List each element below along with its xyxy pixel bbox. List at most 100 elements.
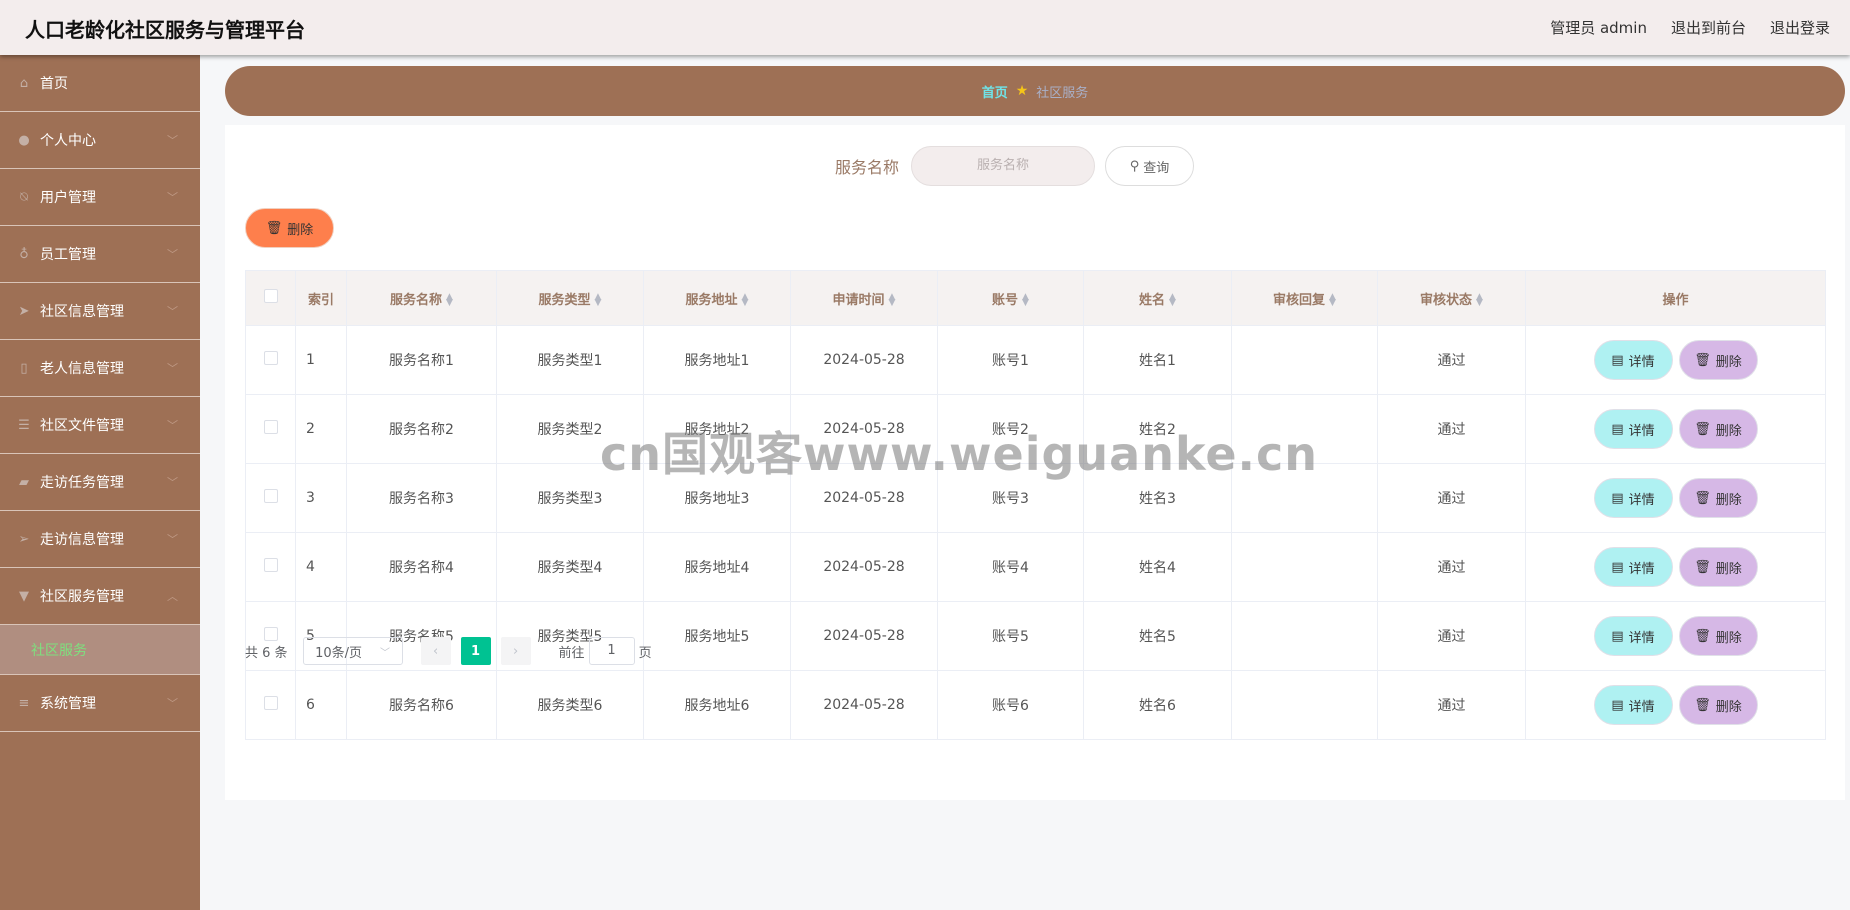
table-cell — [1231, 532, 1378, 602]
table-cell: 服务地址4 — [643, 532, 791, 602]
detail-label: 详情 — [1628, 354, 1655, 370]
sidebar-item-personal-center[interactable]: ● 个人中心 ﹀ — [0, 112, 200, 169]
detail-button[interactable]: ▤ 详情 — [1593, 685, 1673, 725]
table-cell: 账号5 — [937, 601, 1084, 671]
delete-button[interactable]: 🗑 删除 — [1678, 685, 1758, 725]
goto-suffix: 页 — [638, 645, 652, 661]
actions-cell: ▤ 详情 🗑 删除 — [1525, 670, 1826, 740]
query-label: 查询 — [1143, 160, 1170, 176]
sort-icon[interactable]: ▲ ▼ — [446, 293, 453, 308]
table-cell — [1231, 601, 1378, 671]
delete-button[interactable]: 🗑 删除 — [1678, 547, 1758, 587]
app-title: 人口老龄化社区服务与管理平台 — [25, 18, 305, 42]
sort-icon[interactable]: ▲ ▼ — [1169, 293, 1176, 308]
sidebar-item-community-files[interactable]: ☰ 社区文件管理 ﹀ — [0, 397, 200, 454]
sidebar-item-staff-management[interactable]: ♁ 员工管理 ﹀ — [0, 226, 200, 283]
breadcrumb-home[interactable]: 首页 — [982, 82, 1008, 101]
trash-icon: 🗑 — [1694, 421, 1711, 437]
sidebar-item-elderly-info[interactable]: ▯ 老人信息管理 ﹀ — [0, 340, 200, 397]
logout-link[interactable]: 退出登录 — [1770, 17, 1830, 38]
delete-button[interactable]: 🗑 删除 — [1678, 340, 1758, 380]
row-checkbox[interactable] — [245, 325, 296, 395]
sort-icon[interactable]: ▲ ▼ — [1476, 293, 1483, 308]
table-cell: 2024-05-28 — [790, 532, 938, 602]
batch-delete-button[interactable]: 🗑 删除 — [245, 208, 334, 248]
query-button[interactable]: ⚲ 查询 — [1105, 146, 1195, 186]
table-cell: 6 — [295, 670, 347, 740]
row-checkbox[interactable] — [245, 532, 296, 602]
pagination: 共 6 条 10条/页 ﹀ ‹ 1 › 前往 1 页 — [245, 637, 652, 665]
column-header[interactable]: 服务地址 ▲ ▼ — [643, 270, 791, 326]
sidebar-item-community-service-management[interactable]: ▼ 社区服务管理 ︿ — [0, 568, 200, 625]
select-all-checkbox[interactable] — [245, 270, 296, 326]
prev-page-button[interactable]: ‹ — [420, 637, 451, 665]
detail-button[interactable]: ▤ 详情 — [1593, 340, 1673, 380]
sidebar-item-system-management[interactable]: ≡ 系统管理 ﹀ — [0, 675, 200, 732]
sidebar-item-label: 员工管理 — [40, 247, 96, 263]
column-header-label: 账号 — [992, 292, 1019, 308]
detail-button[interactable]: ▤ 详情 — [1593, 478, 1673, 518]
column-header-label: 服务类型 — [538, 292, 591, 308]
chevron-down-icon: ﹀ — [380, 647, 391, 659]
table-cell: 账号2 — [937, 394, 1084, 464]
actions-cell: ▤ 详情 🗑 删除 — [1525, 532, 1826, 602]
actions-cell: ▤ 详情 🗑 删除 — [1525, 394, 1826, 464]
sort-icon[interactable]: ▲ ▼ — [1022, 293, 1029, 308]
column-header[interactable]: 申请时间 ▲ ▼ — [790, 270, 938, 326]
sidebar-item-label: 老人信息管理 — [40, 361, 124, 377]
delete-button[interactable]: 🗑 删除 — [1678, 409, 1758, 449]
next-page-button[interactable]: › — [500, 637, 531, 665]
column-header[interactable]: 审核回复 ▲ ▼ — [1231, 270, 1378, 326]
detail-label: 详情 — [1628, 561, 1655, 577]
table-cell: 通过 — [1377, 325, 1526, 395]
column-header[interactable]: 服务类型 ▲ ▼ — [496, 270, 644, 326]
sort-icon[interactable]: ▲ ▼ — [889, 293, 896, 308]
exit-to-frontend-link[interactable]: 退出到前台 — [1671, 17, 1746, 38]
delete-button[interactable]: 🗑 删除 — [1678, 478, 1758, 518]
table-cell: 1 — [295, 325, 347, 395]
table-cell: 通过 — [1377, 532, 1526, 602]
trash-icon: 🗑 — [1694, 628, 1711, 644]
goto-page-input[interactable]: 1 — [588, 637, 635, 665]
row-checkbox[interactable] — [245, 394, 296, 464]
table-cell: 服务地址6 — [643, 670, 791, 740]
content-panel: 服务名称 服务名称 ⚲ 查询 🗑 删除 索引 服务名称 ▲ ▼ 服务类型 ▲ ▼ 服务地址 ▲ ▼ 申请… — [225, 125, 1845, 800]
chevron-down-icon: ﹀ — [167, 419, 178, 432]
service-name-input[interactable]: 服务名称 — [911, 146, 1096, 186]
sidebar-item-visit-info[interactable]: ➢ 走访信息管理 ﹀ — [0, 511, 200, 568]
sidebar-item-label: 社区信息管理 — [40, 304, 124, 320]
detail-button[interactable]: ▤ 详情 — [1593, 547, 1673, 587]
column-header[interactable]: 账号 ▲ ▼ — [937, 270, 1084, 326]
table-cell: 姓名5 — [1083, 601, 1232, 671]
sort-icon[interactable]: ▲ ▼ — [742, 293, 749, 308]
sidebar-item-user-management[interactable]: ⍉ 用户管理 ﹀ — [0, 169, 200, 226]
navigation-icon: ➢ — [18, 531, 30, 547]
column-header: 操作 — [1525, 270, 1826, 326]
sidebar-item-home[interactable]: ⌂ 首页 — [0, 55, 200, 112]
delete-label: 删除 — [1715, 630, 1742, 646]
row-checkbox[interactable] — [245, 670, 296, 740]
table-cell: 服务地址5 — [643, 601, 791, 671]
document-icon: ▤ — [1611, 697, 1624, 713]
sidebar-item-community-info[interactable]: ➤ 社区信息管理 ﹀ — [0, 283, 200, 340]
table-cell: 姓名3 — [1083, 463, 1232, 533]
admin-user-link[interactable]: 管理员 admin — [1550, 17, 1647, 38]
detail-button[interactable]: ▤ 详情 — [1593, 616, 1673, 656]
page-size-select[interactable]: 10条/页 ﹀ — [302, 637, 403, 665]
delete-button[interactable]: 🗑 删除 — [1678, 616, 1758, 656]
sort-icon[interactable]: ▲ ▼ — [1329, 293, 1336, 308]
column-header[interactable]: 审核状态 ▲ ▼ — [1377, 270, 1526, 326]
column-header[interactable]: 姓名 ▲ ▼ — [1083, 270, 1232, 326]
delete-label: 删除 — [1715, 699, 1742, 715]
row-checkbox[interactable] — [245, 463, 296, 533]
chevron-down-icon: ﹀ — [167, 248, 178, 261]
sidebar-item-visit-tasks[interactable]: ▰ 走访任务管理 ﹀ — [0, 454, 200, 511]
sort-icon[interactable]: ▲ ▼ — [595, 293, 602, 308]
column-header[interactable]: 服务名称 ▲ ▼ — [346, 270, 497, 326]
page-1-button[interactable]: 1 — [460, 637, 491, 665]
sidebar-subitem-community-service[interactable]: 社区服务 — [0, 625, 200, 675]
page-size-value: 10条/页 — [315, 645, 363, 661]
table-cell: 服务名称1 — [346, 325, 497, 395]
detail-button[interactable]: ▤ 详情 — [1593, 409, 1673, 449]
table-cell: 通过 — [1377, 394, 1526, 464]
